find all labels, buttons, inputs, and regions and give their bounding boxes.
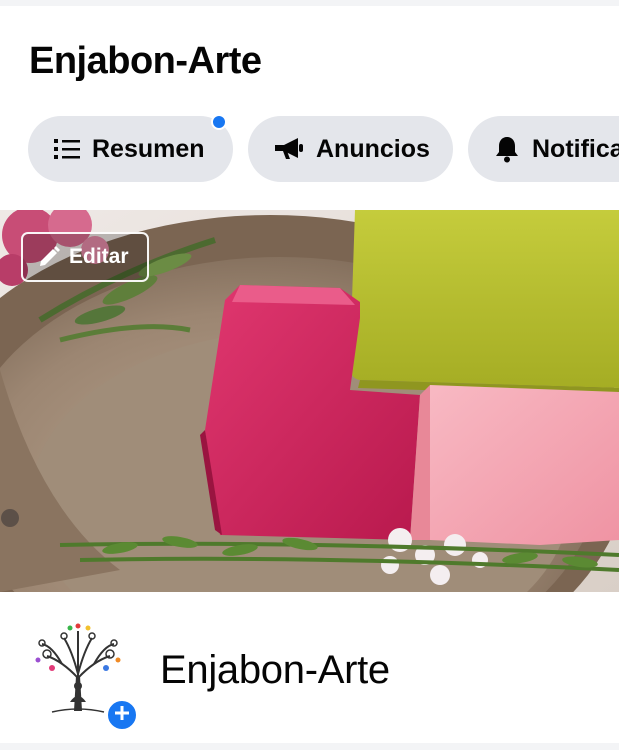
tab-resumen[interactable]: Resumen	[28, 114, 233, 182]
bell-icon	[494, 135, 520, 163]
list-icon	[54, 138, 80, 160]
page-root: Enjabon-Arte Resumen Anuncios Notifica E…	[0, 0, 619, 750]
megaphone-icon	[274, 137, 304, 161]
notification-dot	[211, 114, 227, 130]
edit-label: Editar	[69, 245, 129, 268]
tab-anuncios[interactable]: Anuncios	[248, 116, 453, 182]
tab-bar: Resumen Anuncios Notifica	[28, 114, 619, 182]
top-divider	[0, 0, 619, 6]
bottom-divider	[0, 743, 619, 750]
page-title: Enjabon-Arte	[29, 40, 262, 82]
plus-icon	[114, 705, 130, 726]
avatar-add-button[interactable]	[105, 698, 139, 732]
tab-notificaciones[interactable]: Notifica	[468, 116, 619, 182]
pencil-icon	[37, 245, 61, 269]
tab-label: Anuncios	[316, 134, 430, 163]
tab-label: Notifica	[532, 134, 619, 163]
tab-label: Resumen	[92, 134, 205, 163]
edit-cover-button[interactable]: Editar	[21, 232, 149, 282]
profile-name[interactable]: Enjabon-Arte	[160, 648, 390, 693]
